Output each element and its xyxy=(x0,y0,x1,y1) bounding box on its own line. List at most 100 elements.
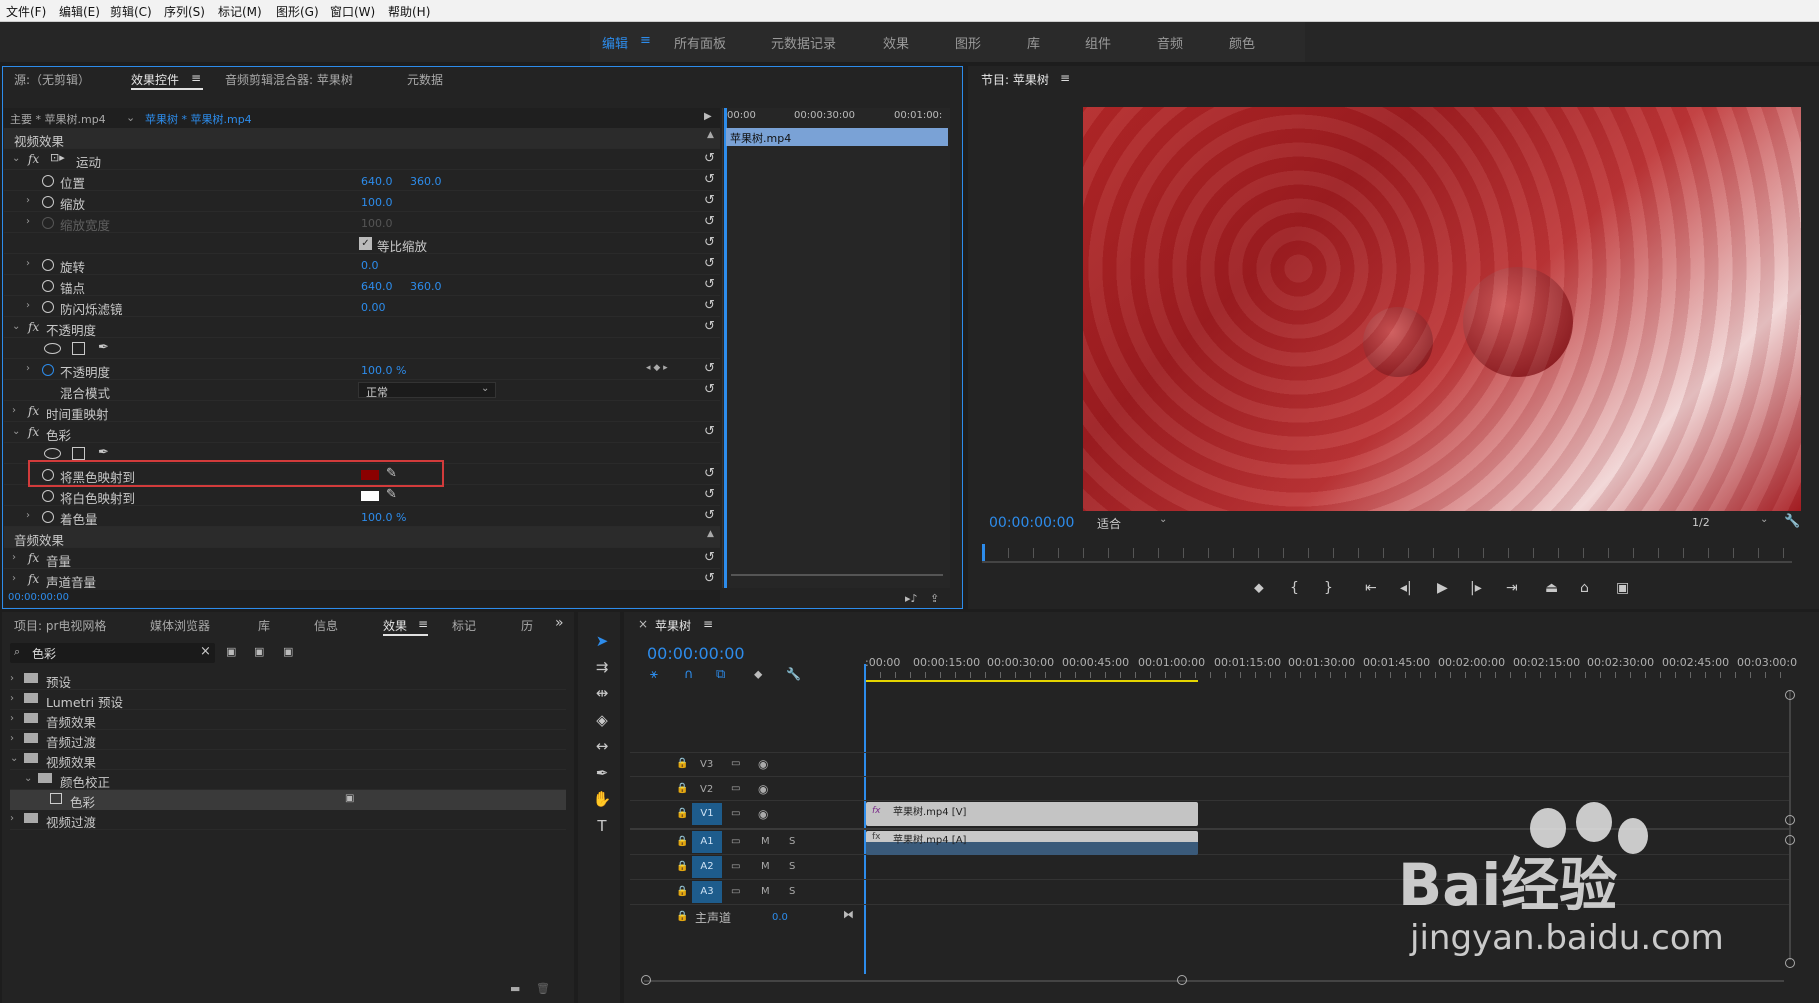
stopwatch-icon[interactable] xyxy=(42,301,54,313)
selection-tool-icon[interactable]: ➤ xyxy=(592,632,612,652)
audio-clip[interactable]: fx 苹果树.mp4 [A] xyxy=(866,831,1198,855)
tint-group-row[interactable]: ⌄ fx 色彩 ↺ xyxy=(4,422,720,443)
fx-icon[interactable]: fx xyxy=(28,425,39,439)
reset-icon[interactable]: ↺ xyxy=(704,551,718,565)
menu-clip[interactable]: 剪辑(C) xyxy=(110,3,152,20)
timeline-title[interactable]: 苹果树 xyxy=(655,617,691,634)
tab-info[interactable]: 信息 xyxy=(314,617,338,634)
workspace-assembly[interactable]: 组件 xyxy=(1085,33,1111,52)
chevron-right-icon[interactable]: › xyxy=(10,733,14,744)
eyedropper-icon[interactable]: ✎ xyxy=(386,487,397,502)
track-select-tool-icon[interactable]: ⇉ xyxy=(592,658,612,678)
accelerated-effects-icon[interactable]: ▣ xyxy=(226,645,236,658)
sync-lock-icon[interactable]: ▭ xyxy=(731,861,740,872)
opacity-group-row[interactable]: ⌄ fx 不透明度 ↺ xyxy=(4,317,720,338)
tree-item-audio-transitions[interactable]: › 音频过渡 xyxy=(10,730,566,750)
reset-icon[interactable]: ↺ xyxy=(704,425,718,439)
chevron-down-icon[interactable]: ⌄ xyxy=(10,753,18,764)
program-mini-ruler[interactable] xyxy=(983,548,1791,558)
camera-icon[interactable]: ▣ xyxy=(1616,580,1629,596)
menu-graphics[interactable]: 图形(G) xyxy=(276,3,319,20)
lock-icon[interactable]: 🔒 xyxy=(676,758,688,769)
lift-icon[interactable]: ⏏ xyxy=(1545,580,1558,596)
workspace-effects[interactable]: 效果 xyxy=(883,33,909,52)
reset-icon[interactable]: ↺ xyxy=(704,257,718,271)
workspace-all-panels[interactable]: 所有面板 xyxy=(674,33,726,52)
timeline-timecode[interactable]: 00:00:00:00 xyxy=(647,644,745,663)
effect-controls-timecode[interactable]: 00:00:00:00 xyxy=(8,592,69,603)
go-to-end-icon[interactable]: ⧓ xyxy=(843,908,854,921)
panel-menu-icon[interactable]: ≡ xyxy=(1060,71,1070,85)
chevron-right-icon[interactable]: › xyxy=(12,405,16,416)
video-clip[interactable]: fx 苹果树.mp4 [V] xyxy=(866,802,1198,826)
tab-markers[interactable]: 标记 xyxy=(452,617,476,634)
tab-source[interactable]: 源:（无剪辑） xyxy=(14,71,90,88)
play-only-icon[interactable]: ▶ xyxy=(704,111,712,122)
tab-audio-mixer[interactable]: 音频剪辑混合器: 苹果树 xyxy=(225,71,353,88)
clear-search-icon[interactable]: × xyxy=(200,644,211,659)
blend-mode-select[interactable]: 正常 ⌄ xyxy=(358,382,496,399)
opacity-value[interactable]: 100.0 % xyxy=(361,364,406,377)
reset-icon[interactable]: ↺ xyxy=(704,299,718,313)
stopwatch-icon[interactable] xyxy=(42,364,54,376)
work-area-bar[interactable] xyxy=(865,680,1198,682)
ripple-edit-tool-icon[interactable]: ⇹ xyxy=(592,684,612,704)
workspace-metadata[interactable]: 元数据记录 xyxy=(771,33,836,52)
time-remap-row[interactable]: › fx 时间重映射 xyxy=(4,401,720,422)
effects-search-input[interactable]: ⌕ 色彩 × xyxy=(10,643,215,663)
quality-select[interactable]: 1/2 ⌄ xyxy=(1688,514,1773,532)
tint-amount-value[interactable]: 100.0 % xyxy=(361,511,406,524)
mute-button[interactable]: M xyxy=(761,836,770,847)
menu-help[interactable]: 帮助(H) xyxy=(388,3,430,20)
stopwatch-icon[interactable] xyxy=(42,259,54,271)
go-to-in-icon[interactable]: ⇤ xyxy=(1365,580,1377,596)
chevron-down-icon[interactable]: ⌄ xyxy=(126,111,135,124)
lock-icon[interactable]: 🔒 xyxy=(676,911,688,922)
clip-block[interactable]: 苹果树.mp4 xyxy=(726,128,948,146)
rotation-value[interactable]: 0.0 xyxy=(361,259,379,272)
marker-icon[interactable]: ⬥ xyxy=(754,667,762,682)
workspace-library[interactable]: 库 xyxy=(1027,33,1040,52)
stopwatch-icon[interactable] xyxy=(42,490,54,502)
wrench-icon[interactable]: 🔧 xyxy=(786,667,801,681)
reset-icon[interactable]: ↺ xyxy=(704,488,718,502)
solo-button[interactable]: S xyxy=(789,836,795,847)
chevron-right-icon[interactable]: › xyxy=(10,673,14,684)
uniform-scale-checkbox[interactable]: ✓ xyxy=(359,237,372,250)
sync-lock-icon[interactable]: ▭ xyxy=(731,758,740,769)
lock-icon[interactable]: 🔒 xyxy=(676,783,688,794)
razor-tool-icon[interactable]: ◈ xyxy=(592,711,612,731)
hand-tool-icon[interactable]: ✋ xyxy=(592,790,612,810)
export-icon[interactable]: ⇪ xyxy=(930,592,939,605)
reset-icon[interactable]: ↺ xyxy=(704,194,718,208)
fx-icon[interactable]: fx xyxy=(28,152,39,166)
new-folder-icon[interactable]: ▬ xyxy=(510,982,520,995)
chevron-right-icon[interactable]: › xyxy=(26,258,30,269)
reset-icon[interactable]: ↺ xyxy=(704,278,718,292)
tab-metadata[interactable]: 元数据 xyxy=(407,71,443,88)
snap-icon[interactable]: ⚹ xyxy=(650,667,658,682)
sync-lock-icon[interactable]: ▭ xyxy=(731,808,740,819)
solo-button[interactable]: S xyxy=(789,861,795,872)
rectangle-mask-icon[interactable] xyxy=(72,342,85,355)
tab-project[interactable]: 项目: pr电视网格 xyxy=(14,617,106,634)
sequence-clip-label[interactable]: 苹果树 * 苹果树.mp4 xyxy=(145,111,252,127)
menu-marker[interactable]: 标记(M) xyxy=(218,3,262,20)
reset-icon[interactable]: ↺ xyxy=(704,236,718,250)
chevron-right-icon[interactable]: › xyxy=(26,363,30,374)
tab-media-browser[interactable]: 媒体浏览器 xyxy=(150,617,210,634)
linked-selection-icon[interactable]: ∩ xyxy=(684,667,694,682)
eye-icon[interactable]: ◉ xyxy=(758,807,768,821)
tree-item-color-correction[interactable]: ⌄ 颜色校正 xyxy=(10,770,566,790)
extract-icon[interactable]: ⌂ xyxy=(1580,580,1589,596)
tree-item-presets[interactable]: › 预设 xyxy=(10,670,566,690)
chevron-right-icon[interactable]: › xyxy=(12,552,16,563)
reset-icon[interactable]: ↺ xyxy=(704,320,718,334)
pen-mask-icon[interactable]: ✒ xyxy=(98,340,109,355)
32bit-effects-icon[interactable]: ▣ xyxy=(254,645,264,658)
tab-history[interactable]: 历 xyxy=(521,617,533,634)
program-video-frame[interactable] xyxy=(1083,107,1801,511)
workspace-menu-icon[interactable]: ≡ xyxy=(640,33,651,48)
add-marker-icon[interactable]: ⧉ xyxy=(716,667,725,682)
stopwatch-icon[interactable] xyxy=(42,196,54,208)
